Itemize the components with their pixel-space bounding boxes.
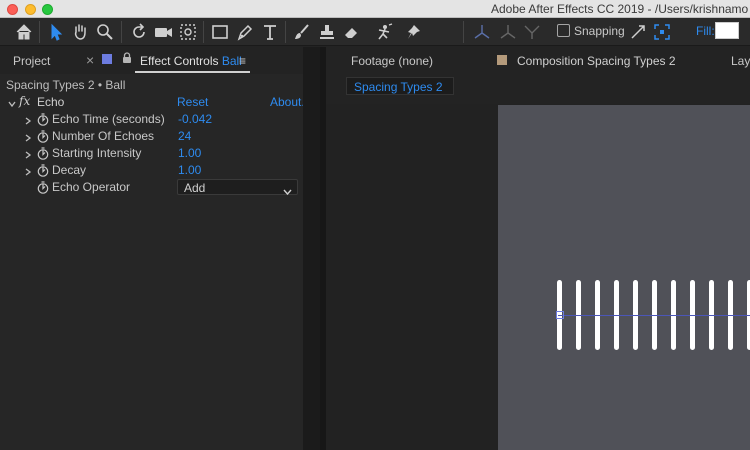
comp-color-swatch — [497, 55, 507, 65]
left-panel-tabs: Project × Effect Controls Ball ≡ — [0, 47, 320, 74]
rectangle-icon[interactable] — [208, 20, 232, 44]
viewer-tabs: Footage (none) Composition Spacing Types… — [326, 47, 750, 74]
param-row: Number Of Echoes 24 — [0, 128, 303, 145]
composition-viewer[interactable] — [326, 104, 750, 450]
fill-label: Fill: — [696, 24, 715, 38]
selection-arrow-icon[interactable] — [44, 20, 68, 44]
axis-world-icon[interactable] — [496, 20, 520, 44]
reset-button[interactable]: Reset — [177, 95, 208, 109]
param-label: Starting Intensity — [52, 146, 142, 160]
roto-brush-icon[interactable] — [372, 20, 396, 44]
chevron-down-icon — [283, 184, 292, 198]
clone-stamp-icon[interactable] — [315, 20, 339, 44]
window-close-button[interactable] — [7, 4, 18, 15]
axis-view-icon[interactable] — [520, 20, 544, 44]
tab-project[interactable]: Project — [13, 54, 50, 68]
fill-color-swatch[interactable] — [715, 22, 739, 39]
echo-operator-select[interactable]: Add — [177, 179, 298, 198]
tab-layer[interactable]: Laye — [731, 54, 750, 68]
tab-effect-controls[interactable]: Effect Controls Ball — [140, 54, 242, 68]
twirl-closed-icon[interactable] — [24, 148, 32, 159]
snap-edges-icon[interactable] — [626, 20, 650, 44]
tab-effect-controls-label: Effect Controls — [140, 54, 219, 68]
tools-toolbar: Snapping Fill: — [0, 18, 750, 46]
panel-splitter[interactable] — [303, 47, 320, 450]
comp-subtab-label: Spacing Types 2 — [354, 80, 443, 94]
param-label: Decay — [52, 163, 87, 177]
title-bar: Adobe After Effects CC 2019 - /Users/kri… — [0, 0, 750, 18]
about-link[interactable]: About. — [270, 95, 305, 109]
param-row: Echo Operator Add — [0, 179, 303, 196]
stopwatch-icon[interactable] — [37, 147, 49, 163]
stopwatch-icon[interactable] — [37, 130, 49, 146]
param-label: Number Of Echoes — [52, 129, 155, 143]
stopwatch-icon[interactable] — [37, 113, 49, 129]
layer-header: Spacing Types 2 • Ball — [6, 78, 126, 92]
twirl-open-icon[interactable] — [8, 97, 16, 108]
window-maximize-button[interactable] — [42, 4, 53, 15]
twirl-closed-icon[interactable] — [24, 131, 32, 142]
snapping-label: Snapping — [574, 24, 625, 38]
param-value[interactable]: -0.042 — [178, 112, 212, 126]
camera-icon[interactable] — [152, 20, 176, 44]
type-icon[interactable] — [258, 20, 282, 44]
param-label: Echo Operator — [52, 180, 131, 194]
hand-icon[interactable] — [68, 20, 92, 44]
stopwatch-icon[interactable] — [37, 164, 49, 180]
motion-path[interactable] — [558, 315, 750, 316]
tab-composition[interactable]: Composition Spacing Types 2 — [517, 54, 676, 68]
param-row: Decay 1.00 — [0, 162, 303, 179]
param-row: Starting Intensity 1.00 — [0, 145, 303, 162]
anchor-point-handle[interactable] — [556, 311, 564, 319]
composition-panel: Footage (none) Composition Spacing Types… — [326, 47, 750, 450]
effect-controls-body: Spacing Types 2 • Ball fx Echo Reset Abo… — [0, 74, 305, 450]
effect-header-row[interactable]: fx Echo Reset About. — [0, 94, 305, 111]
active-tab-indicator — [135, 71, 250, 73]
pan-behind-icon[interactable] — [176, 20, 200, 44]
eraser-icon[interactable] — [340, 20, 364, 44]
lock-icon[interactable] — [122, 52, 132, 67]
twirl-closed-icon[interactable] — [24, 165, 32, 176]
param-label: Echo Time (seconds) — [52, 112, 165, 126]
puppet-pin-icon[interactable] — [402, 20, 426, 44]
close-icon[interactable]: × — [86, 52, 94, 68]
comp-flowchart-tab[interactable]: Spacing Types 2 — [346, 77, 454, 95]
tab-footage[interactable]: Footage (none) — [351, 54, 433, 68]
snap-features-icon[interactable] — [650, 20, 674, 44]
layer-color-swatch — [102, 54, 112, 64]
echo-operator-value: Add — [184, 181, 206, 195]
composition-canvas[interactable] — [498, 105, 750, 450]
twirl-closed-icon[interactable] — [24, 114, 32, 125]
window-title: Adobe After Effects CC 2019 - /Users/kri… — [491, 2, 749, 16]
pen-icon[interactable] — [233, 20, 257, 44]
panel-menu-icon[interactable]: ≡ — [239, 54, 246, 68]
brush-icon[interactable] — [290, 20, 314, 44]
zoom-icon[interactable] — [93, 20, 117, 44]
param-value[interactable]: 1.00 — [178, 163, 201, 177]
param-value[interactable]: 1.00 — [178, 146, 201, 160]
home-icon[interactable] — [12, 20, 36, 44]
param-row: Echo Time (seconds) -0.042 — [0, 111, 303, 128]
stopwatch-icon[interactable] — [37, 181, 49, 197]
rotate-icon[interactable] — [127, 20, 151, 44]
param-value[interactable]: 24 — [178, 129, 191, 143]
window-minimize-button[interactable] — [25, 4, 36, 15]
effect-controls-panel: Project × Effect Controls Ball ≡ Spacing… — [0, 47, 320, 450]
fx-icon[interactable]: fx — [19, 94, 30, 108]
snapping-checkbox[interactable] — [557, 24, 570, 37]
axis-local-icon[interactable] — [470, 20, 494, 44]
effect-name: Echo — [37, 95, 65, 109]
